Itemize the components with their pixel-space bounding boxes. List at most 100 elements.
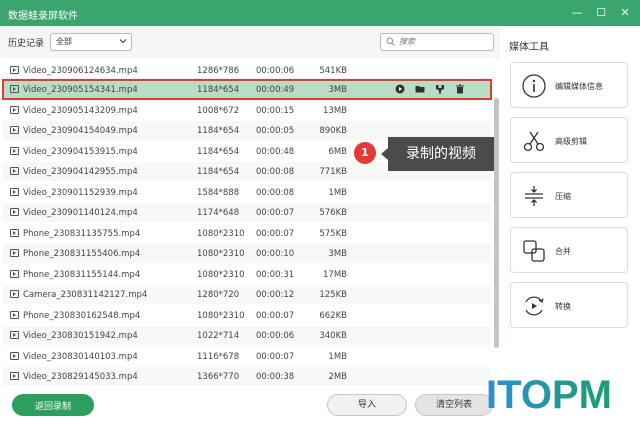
file-resolution: 1080*2310 (197, 311, 245, 321)
compress-icon (525, 186, 543, 206)
callout-label: 录制的视频 (381, 137, 494, 171)
history-filter-value: 全部 (56, 37, 72, 46)
history-label: 历史记录 (8, 39, 45, 49)
file-duration: 00:00:05 (256, 126, 295, 136)
callout-number-badge: 1 (354, 142, 376, 164)
file-duration: 00:00:12 (256, 290, 295, 300)
file-size: 13MB (323, 106, 347, 116)
file-duration: 00:00:07 (256, 208, 295, 218)
file-size: 890KB (319, 126, 347, 136)
file-row[interactable]: Phone_230831155406.mp4 1080*2310 00:00:1… (3, 244, 491, 263)
file-row[interactable]: Video_230830140103.mp4 1116*678 00:00:07… (3, 347, 491, 366)
video-file-icon (10, 85, 19, 93)
merge-icon (523, 240, 545, 262)
file-duration: 00:00:48 (256, 147, 295, 157)
file-name: Video_230829145033.mp4 (23, 372, 138, 382)
edit-media-info-button[interactable]: 编辑媒体信息 (510, 62, 628, 108)
title-bar: 数据蛙录屏软件 — ☐ ✕ (0, 0, 640, 26)
file-name: Camera_230831142127.mp4 (23, 290, 148, 300)
file-list: Video_230906124634.mp4 1286*786 00:00:06… (0, 58, 495, 388)
file-name: Video_230901140124.mp4 (23, 208, 138, 218)
advanced-trim-button[interactable]: 高级剪辑 (510, 117, 628, 163)
file-name: Video_230901152939.mp4 (23, 188, 138, 198)
file-row[interactable]: Video_230829145033.mp4 1366*770 00:00:38… (3, 367, 491, 386)
minimize-button[interactable]: — (568, 4, 586, 22)
convert-button[interactable]: 转换 (510, 282, 628, 328)
file-size: 3MB (328, 85, 347, 95)
file-resolution: 1080*2310 (197, 249, 245, 259)
file-name: Video_230830151942.mp4 (23, 331, 138, 341)
info-icon (522, 74, 546, 98)
itopm-watermark-logo: ITOPM (486, 373, 612, 417)
file-row[interactable]: Video_230905143209.mp4 1008*672 00:00:15… (3, 101, 491, 120)
compress-button[interactable]: 压缩 (510, 172, 628, 218)
video-file-icon (10, 66, 19, 74)
file-name: Video_230904142955.mp4 (23, 167, 138, 177)
file-row[interactable]: Phone_230831155144.mp4 1080*2310 00:00:3… (3, 265, 491, 284)
maximize-button[interactable]: ☐ (592, 4, 610, 22)
file-name: Phone_230831135755.mp4 (23, 229, 141, 239)
file-resolution: 1022*714 (197, 331, 240, 341)
video-file-icon (10, 249, 19, 257)
file-row[interactable]: Phone_230830162548.mp4 1080*2310 00:00:0… (3, 306, 491, 325)
file-size: 125KB (319, 290, 347, 300)
file-row[interactable]: Video_230901152939.mp4 1584*888 00:00:08… (3, 183, 491, 202)
file-resolution: 1174*648 (197, 208, 240, 218)
video-file-icon (10, 311, 19, 319)
file-size: 575KB (319, 229, 347, 239)
file-size: 1MB (328, 352, 347, 362)
file-duration: 00:00:06 (256, 66, 295, 76)
file-duration: 00:00:07 (256, 352, 295, 362)
folder-icon[interactable] (415, 84, 425, 94)
file-size: 3MB (328, 249, 347, 259)
video-file-icon (10, 372, 19, 380)
window-title: 数据蛙录屏软件 (8, 11, 78, 22)
file-resolution: 1116*678 (197, 352, 240, 362)
video-file-icon (10, 270, 19, 278)
file-resolution: 1184*654 (197, 167, 240, 177)
file-resolution: 1008*672 (197, 106, 240, 116)
file-resolution: 1080*2310 (197, 270, 245, 280)
svg-text:ITOPM: ITOPM (486, 373, 612, 417)
search-icon (386, 37, 395, 46)
tool-label: 转换 (555, 302, 571, 311)
merge-button[interactable]: 合并 (510, 227, 628, 273)
file-name: Video_230904153915.mp4 (23, 147, 138, 157)
file-row[interactable]: Camera_230831142127.mp4 1280*720 00:00:1… (3, 285, 491, 304)
file-size: 340KB (319, 331, 347, 341)
file-name: Phone_230831155144.mp4 (23, 270, 141, 280)
video-file-icon (10, 147, 19, 155)
file-resolution: 1584*888 (197, 188, 240, 198)
import-button[interactable]: 导入 (327, 394, 407, 416)
back-to-record-button[interactable]: 返回录制 (12, 394, 94, 416)
play-icon[interactable] (395, 84, 405, 94)
scrollbar-thumb[interactable] (494, 98, 499, 348)
file-size: 1MB (328, 188, 347, 198)
file-duration: 00:00:49 (256, 85, 295, 95)
file-row[interactable]: Video_230901140124.mp4 1174*648 00:00:07… (3, 203, 491, 222)
file-row[interactable]: Video_230830151942.mp4 1022*714 00:00:06… (3, 326, 491, 345)
history-filter-select[interactable]: 全部 (50, 33, 132, 51)
file-size: 17MB (323, 270, 347, 280)
file-row-selected[interactable]: Video_230905154341.mp4 1184*654 00:00:49… (2, 79, 492, 100)
tool-label: 压缩 (555, 192, 571, 201)
file-row[interactable]: Video_230906124634.mp4 1286*786 00:00:06… (3, 61, 491, 80)
file-resolution: 1184*654 (197, 147, 240, 157)
file-size: 2MB (328, 372, 347, 382)
search-box[interactable] (380, 33, 494, 51)
file-duration: 00:00:31 (256, 270, 295, 280)
file-name: Video_230906124634.mp4 (23, 66, 138, 76)
close-button[interactable]: ✕ (616, 4, 634, 22)
file-size: 6MB (328, 147, 347, 157)
file-duration: 00:00:15 (256, 106, 295, 116)
edit-icon[interactable] (435, 84, 445, 94)
video-file-icon (10, 126, 19, 134)
file-resolution: 1366*770 (197, 372, 240, 382)
file-row[interactable]: Phone_230831135755.mp4 1080*2310 00:00:0… (3, 224, 491, 243)
delete-icon[interactable] (455, 84, 465, 94)
file-name: Video_230905143209.mp4 (23, 106, 138, 116)
search-input[interactable] (399, 35, 487, 48)
toolbar: 历史记录 全部 (0, 26, 500, 58)
tool-label: 高级剪辑 (555, 137, 587, 146)
file-name: Phone_230831155406.mp4 (23, 249, 141, 259)
